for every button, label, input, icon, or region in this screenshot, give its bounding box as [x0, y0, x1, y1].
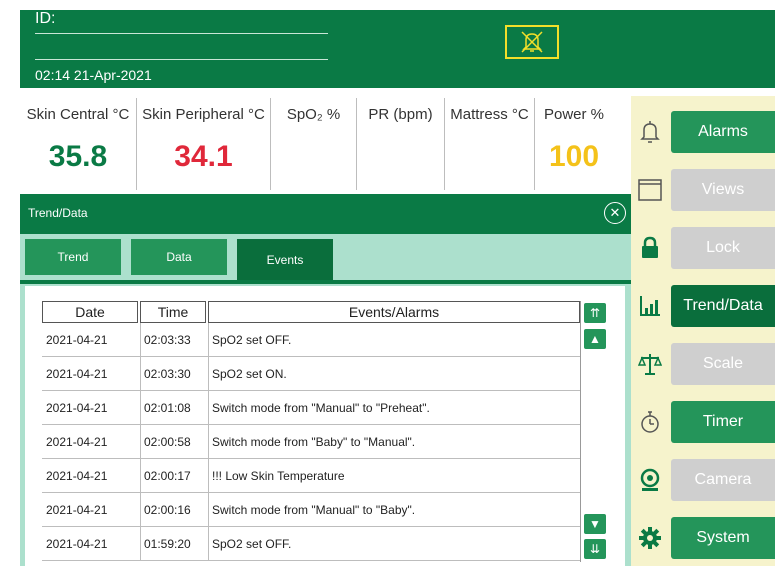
alarm-silenced-icon[interactable]: [505, 25, 559, 59]
stopwatch-icon: [637, 409, 663, 435]
trend-data-panel-header: Trend/Data ✕: [20, 194, 631, 234]
cell-date: 2021-04-21: [46, 333, 108, 347]
table-row[interactable]: 2021-04-21 02:00:17 !!! Low Skin Temperatu…: [42, 459, 580, 493]
vital-label: Skin Central °C: [26, 106, 130, 123]
cell-time: 02:00:58: [144, 435, 191, 449]
vital-label: Mattress °C: [450, 106, 529, 123]
cell-event: SpO2 set OFF.: [212, 537, 292, 551]
views-button[interactable]: Views: [671, 169, 775, 211]
scrollbar[interactable]: ⇈ ▲ ▼ ⇊: [580, 301, 608, 562]
table-row[interactable]: 2021-04-21 02:00:58 Switch mode from "Baby…: [42, 425, 580, 459]
side-item-views[interactable]: Views: [631, 169, 775, 211]
cell-date: 2021-04-21: [46, 367, 108, 381]
vital-mattress[interactable]: Mattress °C: [445, 88, 534, 194]
cell-time: 02:03:33: [144, 333, 191, 347]
vital-pulse-rate[interactable]: PR (bpm): [357, 88, 444, 194]
tab-events[interactable]: Events: [237, 239, 333, 280]
tab-trend[interactable]: Trend: [25, 239, 121, 275]
datetime-display: 02:14 21-Apr-2021: [35, 67, 152, 83]
column-header-date: Date: [42, 301, 138, 323]
table-row[interactable]: 2021-04-21 02:00:16 Switch mode from "Manu…: [42, 493, 580, 527]
scale-button[interactable]: Scale: [671, 343, 775, 385]
cell-event: Switch mode from "Manual" to "Preheat".: [212, 401, 430, 415]
scale-icon: [637, 351, 663, 377]
column-header-events: Events/Alarms: [208, 301, 580, 323]
camera-button[interactable]: Camera: [671, 459, 775, 501]
timer-button[interactable]: Timer: [671, 401, 775, 443]
cell-date: 2021-04-21: [46, 537, 108, 551]
gear-icon: [637, 525, 663, 551]
cell-event: SpO2 set OFF.: [212, 333, 292, 347]
panel-title: Trend/Data: [28, 206, 88, 220]
side-item-timer[interactable]: Timer: [631, 401, 775, 443]
name-field-line: [35, 59, 328, 60]
vital-label: Power %: [543, 106, 605, 123]
vital-power[interactable]: Power % 100: [535, 88, 613, 194]
window-icon: [637, 177, 663, 203]
vital-skin-peripheral[interactable]: Skin Peripheral °C 34.1: [137, 88, 270, 194]
bar-chart-icon: [637, 293, 663, 319]
side-item-scale[interactable]: Scale: [631, 343, 775, 385]
vital-label: Skin Peripheral °C: [142, 106, 265, 123]
scroll-up-icon[interactable]: ▲: [584, 329, 606, 349]
cell-event: !!! Low Skin Temperature: [212, 469, 345, 483]
column-header-time: Time: [140, 301, 206, 323]
trend-data-button[interactable]: Trend/Data: [671, 285, 775, 327]
cell-event: Switch mode from "Manual" to "Baby".: [212, 503, 416, 517]
bell-icon: [637, 119, 663, 145]
events-panel: Date Time Events/Alarms 2021-04-21 02:03:…: [20, 284, 631, 566]
vital-value: 35.8: [48, 140, 108, 173]
patient-id-label: ID:: [35, 10, 56, 27]
scroll-top-icon[interactable]: ⇈: [584, 303, 606, 323]
vital-value: 100: [548, 140, 600, 173]
cell-time: 01:59:20: [144, 537, 191, 551]
table-row[interactable]: 2021-04-21 02:03:30 SpO2 set ON.: [42, 357, 580, 391]
cell-event: SpO2 set ON.: [212, 367, 287, 381]
cell-time: 02:03:30: [144, 367, 191, 381]
cell-time: 02:01:08: [144, 401, 191, 415]
cell-date: 2021-04-21: [46, 469, 108, 483]
vital-value: 34.1: [174, 140, 233, 173]
cell-date: 2021-04-21: [46, 401, 108, 415]
side-item-system[interactable]: System: [631, 517, 775, 559]
table-row[interactable]: 2021-04-21 01:59:20 SpO2 set OFF.: [42, 527, 580, 561]
side-menu: Alarms Views Lock Trend/Data Scale Timer: [631, 96, 775, 566]
tab-bar: Trend Data Events: [20, 234, 631, 280]
alarms-button[interactable]: Alarms: [671, 111, 775, 153]
cell-time: 02:00:17: [144, 469, 191, 483]
scroll-down-icon[interactable]: ▼: [584, 514, 606, 534]
camera-icon: [637, 467, 663, 493]
cell-date: 2021-04-21: [46, 503, 108, 517]
lock-icon: [637, 235, 663, 261]
side-item-lock[interactable]: Lock: [631, 227, 775, 269]
cell-time: 02:00:16: [144, 503, 191, 517]
vital-label: SpO₂ %: [286, 106, 341, 123]
vital-spo2[interactable]: SpO₂ %: [271, 88, 356, 194]
system-button[interactable]: System: [671, 517, 775, 559]
scroll-bottom-icon[interactable]: ⇊: [584, 539, 606, 559]
table-row[interactable]: 2021-04-21 02:03:33 SpO2 set OFF.: [42, 323, 580, 357]
vital-label: PR (bpm): [368, 106, 433, 123]
table-row[interactable]: 2021-04-21 02:01:08 Switch mode from "Manu…: [42, 391, 580, 425]
cell-date: 2021-04-21: [46, 435, 108, 449]
events-table: Date Time Events/Alarms 2021-04-21 02:03:…: [25, 286, 625, 566]
side-item-alarms[interactable]: Alarms: [631, 111, 775, 153]
vital-skin-central[interactable]: Skin Central °C 35.8: [20, 88, 136, 194]
lock-button[interactable]: Lock: [671, 227, 775, 269]
status-header: ID: 02:14 21-Apr-2021: [20, 10, 775, 88]
cell-event: Switch mode from "Baby" to "Manual".: [212, 435, 416, 449]
side-item-trend-data[interactable]: Trend/Data: [631, 285, 775, 327]
tab-data[interactable]: Data: [131, 239, 227, 275]
close-icon[interactable]: ✕: [604, 202, 626, 224]
vitals-strip: Skin Central °C 35.8 Skin Peripheral °C …: [20, 88, 613, 194]
side-item-camera[interactable]: Camera: [631, 459, 775, 501]
id-field-line: [35, 33, 328, 34]
